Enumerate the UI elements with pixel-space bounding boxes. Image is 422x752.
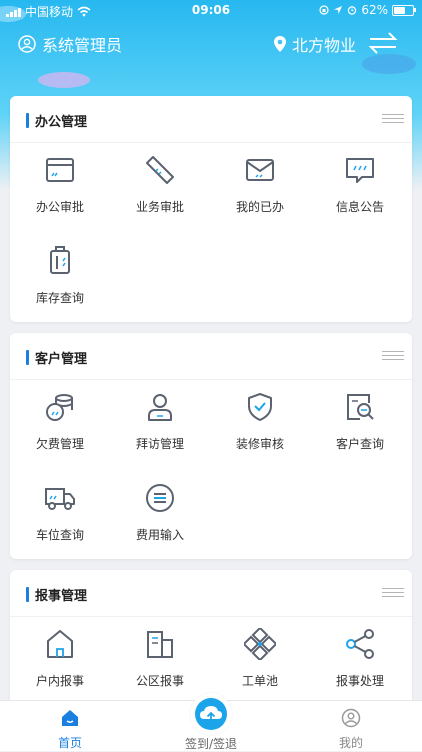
alarm-icon [348,6,357,15]
location-name: 北方物业 [291,36,356,55]
item-indoor-report[interactable]: 户内报事 [10,628,110,698]
item-label: 拜访管理 [135,437,184,451]
item-office-approval[interactable]: 办公审批 [10,154,110,224]
person-icon [148,394,172,421]
home-icon [62,710,78,726]
switch-arrows-icon[interactable] [368,31,398,55]
location-selector[interactable]: 北方物业 [273,32,356,56]
section-marker [26,113,29,128]
item-public-report[interactable]: 公区报事 [110,628,210,698]
item-business-approval[interactable]: 业务审批 [110,154,210,224]
checkin-label: 签到/签退 [184,737,238,751]
tab-home[interactable]: 首页 [15,701,125,751]
item-label: 车位查询 [35,528,84,542]
user-avatar-icon [18,35,36,53]
item-label: 工单池 [241,674,278,688]
rotation-lock-icon [319,5,329,15]
ticket-icon [146,156,174,184]
tab-label: 首页 [57,736,82,750]
item-ticket-pool[interactable]: 工单池 [210,628,310,698]
item-customer-query[interactable]: 客户查询 [310,391,410,461]
item-label: 业务审批 [135,200,184,214]
mail-icon [246,159,274,181]
search-doc-icon [347,394,374,420]
checkin-button[interactable] [190,693,232,735]
shield-check-icon [248,393,272,421]
luggage-icon [50,246,70,274]
item-fee-input[interactable]: 费用输入 [110,482,210,552]
item-label: 我的已办 [235,200,284,214]
decor-bubble [38,72,90,88]
top-bar: 系统管理员 北方物业 [0,28,422,60]
item-label: 办公审批 [35,200,84,214]
item-label: 客户查询 [335,437,384,451]
message-icon [346,158,374,183]
menu-icon[interactable] [382,351,404,363]
cloud-upload-icon [200,706,222,722]
item-label: 费用输入 [135,528,184,542]
status-bar: 中国移动 09:06 62% [0,0,422,22]
section-reports: 报事管理 户内报事 公区报事 工单池 报事处理 [10,570,412,710]
item-arrears[interactable]: 欠费管理 [10,391,110,461]
item-announcement[interactable]: 信息公告 [310,154,410,224]
section-office: 办公管理 办公审批 业务审批 我的已办 信息公告 库存查询 [10,96,412,322]
tab-mine[interactable]: 我的 [296,701,406,751]
user-info[interactable]: 系统管理员 [18,32,122,56]
buildings-icon [147,631,173,658]
card-icon [46,158,74,182]
menu-icon[interactable] [382,588,404,600]
section-title: 报事管理 [35,589,88,604]
item-visits[interactable]: 拜访管理 [110,391,210,461]
location-arrow-icon [334,6,343,14]
item-report-handling[interactable]: 报事处理 [310,628,410,698]
battery-percent: 62% [361,3,388,17]
item-my-done[interactable]: 我的已办 [210,154,310,224]
battery-icon [392,4,416,16]
bottom-tab-bar: 首页 签到/签退 我的 [0,693,422,751]
item-label: 库存查询 [35,291,84,305]
list-circle-icon [146,484,174,512]
item-parking-query[interactable]: 车位查询 [10,482,110,552]
item-label: 信息公告 [335,200,384,214]
coins-icon [46,394,73,421]
item-label: 报事处理 [335,674,384,688]
user-icon [341,708,361,728]
section-customer: 客户管理 欠费管理 拜访管理 装修审核 客户查询 车位查询 费用输入 [10,333,412,559]
tab-label: 我的 [338,736,363,750]
item-label: 公区报事 [135,674,184,688]
share-icon [346,629,374,659]
location-pin-icon [273,36,286,52]
item-inventory[interactable]: 库存查询 [10,245,110,315]
item-label: 欠费管理 [35,437,84,451]
menu-icon[interactable] [382,114,404,126]
section-marker [26,587,29,602]
item-renovation-review[interactable]: 装修审核 [210,391,310,461]
network-icon [244,628,276,660]
section-title: 客户管理 [35,352,88,367]
truck-icon [45,488,75,510]
item-label: 装修审核 [235,437,284,451]
user-name: 系统管理员 [42,36,123,55]
item-label: 户内报事 [35,674,84,688]
house-icon [47,630,73,658]
section-title: 办公管理 [35,115,88,130]
section-marker [26,350,29,365]
